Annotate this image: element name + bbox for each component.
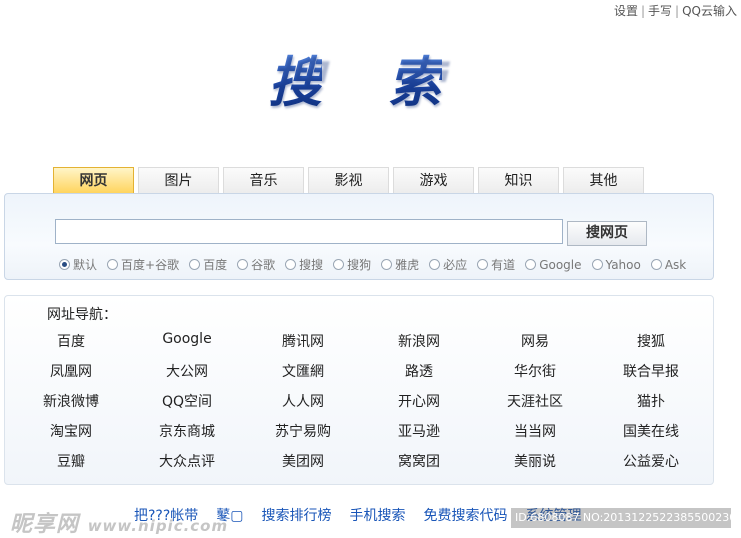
tab-images[interactable]: 图片: [138, 167, 219, 194]
nav-link[interactable]: 美团网: [245, 451, 361, 481]
engine-label: 谷歌: [251, 258, 276, 272]
nav-link[interactable]: 猫扑: [593, 391, 709, 421]
search-panel: 搜网页 默认 百度+谷歌 百度 谷歌 搜搜 搜狗 雅虎 必应 有道 Google…: [4, 193, 714, 280]
engine-label: 搜搜: [299, 258, 324, 272]
engine-radio-soso[interactable]: 搜搜: [285, 256, 323, 273]
radio-dot: [525, 259, 537, 270]
engine-radio-guge[interactable]: 谷歌: [237, 256, 275, 273]
engine-radio-baidu-google[interactable]: 百度+谷歌: [107, 256, 179, 273]
nav-link[interactable]: 文匯網: [245, 361, 361, 391]
engine-label: 百度+谷歌: [121, 258, 180, 272]
radio-dot: [333, 259, 345, 270]
nav-link[interactable]: 淘宝网: [13, 421, 129, 451]
nav-link[interactable]: 搜狐: [593, 331, 709, 361]
nav-link[interactable]: 豆瓣: [13, 451, 129, 481]
footer-link-rankings[interactable]: 搜索排行榜: [262, 505, 332, 525]
logo-char-1: 搜: [268, 48, 322, 118]
radio-dot: [591, 259, 603, 270]
nav-link[interactable]: 窝窝团: [361, 451, 477, 481]
nav-link[interactable]: 亚马逊: [361, 421, 477, 451]
engine-radio-default[interactable]: 默认: [59, 256, 97, 273]
engine-label: Ask: [664, 257, 687, 272]
nav-link[interactable]: 百度: [13, 331, 129, 361]
watermark-logo: 昵享网 www.nipic.com: [10, 506, 228, 538]
footer-link-mobile-search[interactable]: 手机搜索: [350, 505, 406, 525]
engine-label: Yahoo: [605, 257, 641, 272]
nav-link[interactable]: 京东商城: [129, 421, 245, 451]
engine-options: 默认 百度+谷歌 百度 谷歌 搜搜 搜狗 雅虎 必应 有道 Google Yah…: [59, 256, 696, 273]
tab-other[interactable]: 其他: [563, 167, 644, 194]
engine-radio-bing[interactable]: 必应: [429, 256, 467, 273]
nav-title: 网址导航：: [47, 307, 117, 323]
engine-label: 默认: [73, 258, 98, 272]
engine-radio-yahoo-cn[interactable]: 雅虎: [381, 256, 419, 273]
engine-radio-yahoo[interactable]: Yahoo: [591, 256, 641, 273]
nav-link[interactable]: 当当网: [477, 421, 593, 451]
nav-link[interactable]: 新浪网: [361, 331, 477, 361]
nav-link[interactable]: 网易: [477, 331, 593, 361]
nav-link[interactable]: QQ空间: [129, 391, 245, 421]
logo-char-2: 索: [388, 48, 442, 118]
nav-link[interactable]: 开心网: [361, 391, 477, 421]
engine-radio-ask[interactable]: Ask: [650, 256, 687, 273]
engine-radio-youdao[interactable]: 有道: [477, 256, 515, 273]
radio-dot: [107, 259, 119, 270]
engine-label: 百度: [203, 258, 228, 272]
search-input[interactable]: [55, 219, 563, 244]
engine-radio-google[interactable]: Google: [525, 256, 582, 273]
tab-games[interactable]: 游戏: [393, 167, 474, 194]
nav-link[interactable]: 腾讯网: [245, 331, 361, 361]
engine-label: 必应: [443, 258, 468, 272]
radio-dot: [285, 259, 297, 270]
engine-label: 搜狗: [347, 258, 372, 272]
nav-link[interactable]: 联合早报: [593, 361, 709, 391]
nav-link[interactable]: 国美在线: [593, 421, 709, 451]
engine-label: Google: [539, 257, 582, 272]
nav-link[interactable]: 新浪微博: [13, 391, 129, 421]
radio-dot: [429, 259, 441, 270]
footer-link-free-search-code[interactable]: 免费搜索代码: [424, 505, 508, 525]
engine-radio-baidu[interactable]: 百度: [189, 256, 227, 273]
site-navigation-panel: 网址导航： 百度 Google 腾讯网 新浪网 网易 搜狐 凤凰网 大公网 文匯…: [4, 295, 714, 485]
search-web-button[interactable]: 搜网页: [567, 221, 647, 246]
qq-cloud-input-link[interactable]: QQ云输入: [682, 4, 737, 18]
separator: |: [640, 4, 646, 18]
separator: |: [675, 4, 680, 18]
search-type-tabs: 网页 图片 音乐 影视 游戏 知识 其他: [53, 167, 648, 200]
nav-link[interactable]: 天涯社区: [477, 391, 593, 421]
radio-dot: [189, 259, 201, 270]
tab-web[interactable]: 网页: [53, 167, 134, 200]
nav-link[interactable]: 美丽说: [477, 451, 593, 481]
nav-link[interactable]: 大公网: [129, 361, 245, 391]
radio-dot: [477, 259, 489, 270]
watermark-url: www.nipic.com: [87, 517, 229, 535]
nav-link-grid: 百度 Google 腾讯网 新浪网 网易 搜狐 凤凰网 大公网 文匯網 路透 华…: [13, 331, 713, 481]
tab-video[interactable]: 影视: [308, 167, 389, 194]
nav-link[interactable]: 华尔街: [477, 361, 593, 391]
handwriting-link[interactable]: 手写: [648, 4, 672, 18]
tab-knowledge[interactable]: 知识: [478, 167, 559, 194]
engine-label: 雅虎: [395, 258, 420, 272]
nav-link[interactable]: 路透: [361, 361, 477, 391]
nav-link[interactable]: 大众点评: [129, 451, 245, 481]
top-links: 设置 | 手写 | QQ云输入: [614, 2, 737, 19]
watermark-id: ID:6808087 NO:20131225223855002305: [511, 508, 731, 528]
nav-link[interactable]: 人人网: [245, 391, 361, 421]
engine-label: 有道: [491, 258, 516, 272]
radio-dot: [650, 259, 662, 270]
nav-link[interactable]: 凤凰网: [13, 361, 129, 391]
nav-link[interactable]: 苏宁易购: [245, 421, 361, 451]
nav-link[interactable]: Google: [129, 331, 245, 361]
tab-music[interactable]: 音乐: [223, 167, 304, 194]
nav-link[interactable]: 公益爱心: [593, 451, 709, 481]
search-logo: 搜 索: [262, 48, 462, 118]
radio-dot: [381, 259, 393, 270]
engine-radio-sogou[interactable]: 搜狗: [333, 256, 371, 273]
settings-link[interactable]: 设置: [614, 4, 638, 18]
watermark-main: 昵享网: [10, 512, 80, 537]
radio-dot: [59, 259, 70, 270]
radio-dot: [237, 259, 249, 270]
